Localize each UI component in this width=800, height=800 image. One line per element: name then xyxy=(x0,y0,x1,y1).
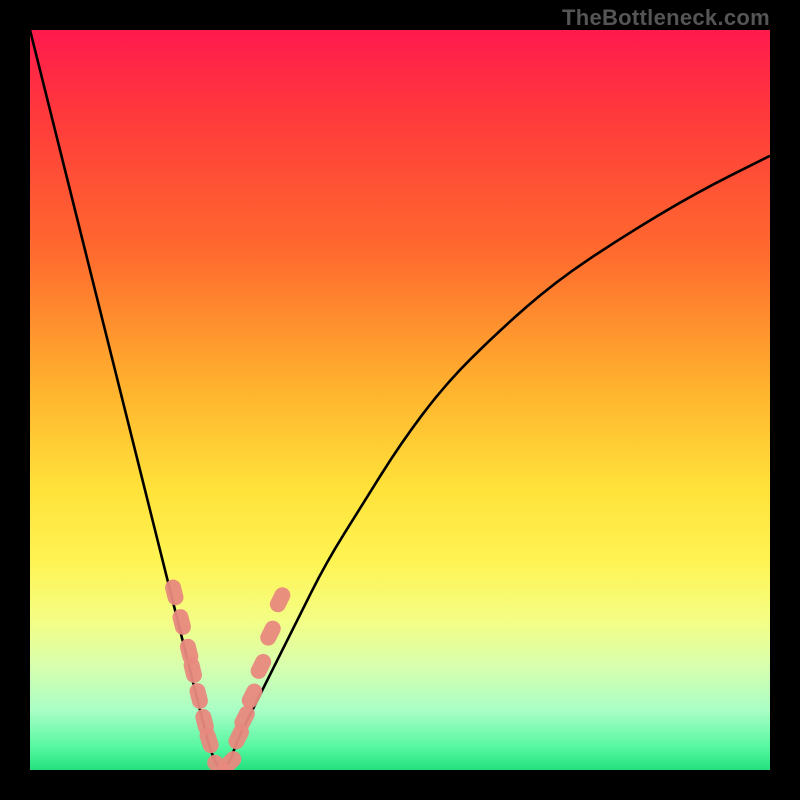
curve-marker xyxy=(171,607,193,636)
bottleneck-curve xyxy=(30,30,770,768)
curve-marker xyxy=(163,578,185,607)
watermark-text: TheBottleneck.com xyxy=(562,5,770,31)
marker-group xyxy=(163,578,293,770)
curve-marker xyxy=(188,681,210,710)
curve-marker xyxy=(239,681,265,711)
chart-svg xyxy=(30,30,770,770)
plot-area xyxy=(30,30,770,770)
curve-marker xyxy=(258,618,284,648)
curve-marker xyxy=(267,585,293,615)
outer-frame: TheBottleneck.com xyxy=(0,0,800,800)
